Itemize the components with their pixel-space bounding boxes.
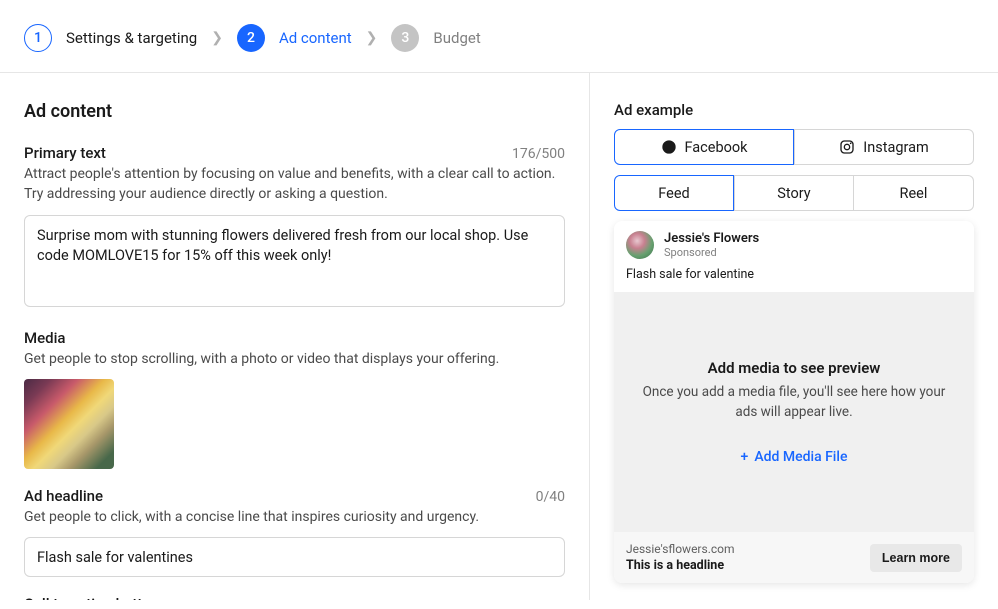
cta-field: Call to action button ▾ — [24, 595, 565, 600]
primary-text-input[interactable] — [24, 215, 565, 307]
placement-feed[interactable]: Feed — [614, 175, 734, 211]
step-budget[interactable]: 3 Budget — [391, 24, 480, 52]
stepper: 1 Settings & targeting ❯ 2 Ad content ❯ … — [0, 0, 998, 73]
preview-panel: Ad example Facebook Instagram Feed Story… — [590, 73, 998, 600]
form-panel: Ad content Primary text 176/500 Attract … — [0, 73, 590, 600]
facebook-icon — [661, 139, 677, 155]
primary-text-field: Primary text 176/500 Attract people's at… — [24, 144, 565, 311]
placement-reel[interactable]: Reel — [854, 175, 974, 211]
field-description: Attract people's attention by focusing o… — [24, 164, 565, 205]
toggle-label: Instagram — [863, 139, 928, 156]
chevron-right-icon: ❯ — [211, 30, 223, 46]
char-counter: 0/40 — [536, 489, 565, 505]
field-label: Call to action button — [24, 595, 565, 600]
instagram-icon — [839, 139, 855, 155]
field-description: Get people to stop scrolling, with a pho… — [24, 349, 565, 369]
chevron-right-icon: ❯ — [366, 30, 378, 46]
headline-field: Ad headline 0/40 Get people to click, wi… — [24, 487, 565, 577]
step-number: 3 — [391, 24, 419, 52]
field-label: Media — [24, 329, 565, 347]
platform-facebook[interactable]: Facebook — [614, 129, 794, 165]
step-label: Settings & targeting — [66, 29, 197, 47]
preview-cta-button[interactable]: Learn more — [870, 544, 962, 572]
placeholder-description: Once you add a media file, you'll see he… — [642, 383, 946, 422]
toggle-label: Feed — [658, 185, 689, 202]
toggle-label: Reel — [900, 185, 928, 202]
preview-title: Ad example — [614, 101, 974, 119]
add-media-button[interactable]: + Add Media File — [741, 449, 848, 465]
preview-domain: Jessie'sflowers.com — [626, 542, 735, 556]
step-ad-content[interactable]: 2 Ad content — [237, 24, 352, 52]
ad-preview-card: Jessie's Flowers Sponsored Flash sale fo… — [614, 221, 974, 583]
step-number: 2 — [237, 24, 265, 52]
page-title: Ad content — [24, 101, 565, 122]
placement-story[interactable]: Story — [734, 175, 854, 211]
step-label: Ad content — [279, 29, 352, 47]
add-media-label: Add Media File — [754, 449, 847, 465]
placement-toggle: Feed Story Reel — [614, 175, 974, 211]
preview-media-placeholder: Add media to see preview Once you add a … — [614, 292, 974, 532]
toggle-label: Facebook — [685, 139, 748, 156]
preview-header: Jessie's Flowers Sponsored — [614, 221, 974, 263]
platform-instagram[interactable]: Instagram — [794, 129, 974, 165]
char-counter: 176/500 — [512, 146, 565, 162]
avatar — [626, 231, 654, 259]
field-description: Get people to click, with a concise line… — [24, 507, 565, 527]
field-label: Primary text — [24, 144, 106, 162]
step-label: Budget — [433, 29, 480, 47]
sponsored-label: Sponsored — [664, 246, 759, 259]
preview-primary-text: Flash sale for valentine — [614, 263, 974, 292]
preview-footer: Jessie'sflowers.com This is a headline L… — [614, 532, 974, 583]
plus-icon: + — [741, 449, 749, 465]
platform-toggle: Facebook Instagram — [614, 129, 974, 165]
step-number: 1 — [24, 24, 52, 52]
placeholder-title: Add media to see preview — [708, 359, 881, 377]
toggle-label: Story — [777, 185, 810, 202]
advertiser-name: Jessie's Flowers — [664, 231, 759, 246]
headline-input[interactable] — [24, 537, 565, 577]
step-settings[interactable]: 1 Settings & targeting — [24, 24, 197, 52]
preview-headline: This is a headline — [626, 558, 735, 573]
media-thumbnail[interactable] — [24, 379, 114, 469]
media-field: Media Get people to stop scrolling, with… — [24, 329, 565, 469]
field-label: Ad headline — [24, 487, 103, 505]
